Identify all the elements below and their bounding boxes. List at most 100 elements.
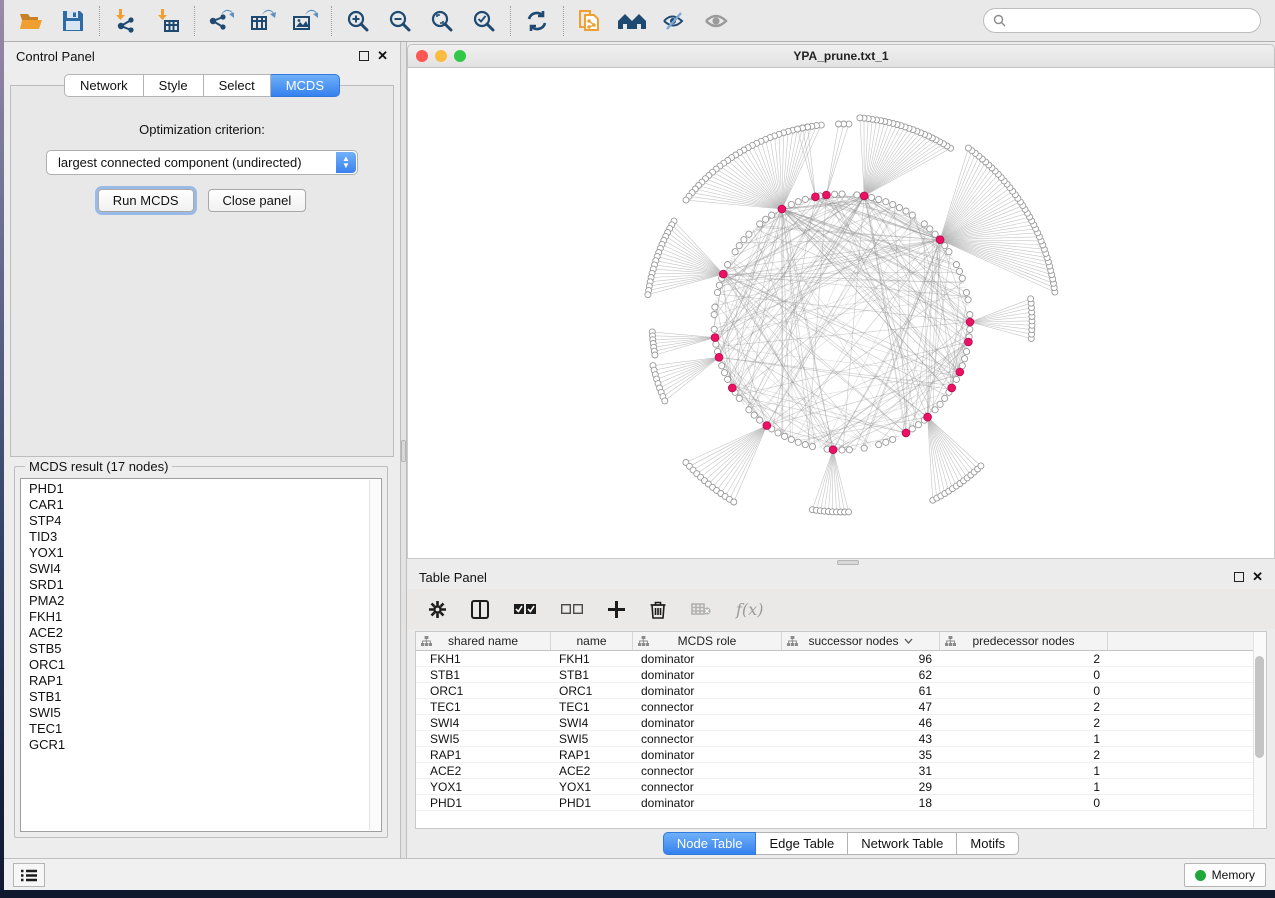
cell-shared-name[interactable]: SWI5 [416,731,551,746]
result-item[interactable]: ACE2 [21,625,381,641]
result-item[interactable]: PMA2 [21,593,381,609]
cell-predecessor-nodes[interactable]: 0 [940,683,1108,698]
save-session-icon[interactable] [52,3,94,39]
add-column-icon[interactable] [608,601,625,618]
tab-select[interactable]: Select [204,74,271,97]
cell-name[interactable]: ACE2 [551,763,633,778]
node-table[interactable]: shared namenameMCDS rolesuccessor nodesp… [415,631,1267,829]
table-row[interactable]: SWI4SWI4dominator462 [416,715,1266,731]
result-item[interactable]: STP4 [21,513,381,529]
cell-MCDS-role[interactable]: dominator [633,747,782,762]
cell-shared-name[interactable]: SWI4 [416,715,551,730]
delete-column-icon[interactable] [650,600,666,619]
new-network-from-selection-icon[interactable] [569,3,611,39]
tab-node-table[interactable]: Node Table [663,832,757,855]
cell-successor-nodes[interactable]: 47 [782,699,940,714]
scrollbar-thumb[interactable] [1255,656,1264,758]
column-header-successor-nodes[interactable]: successor nodes [782,632,940,650]
function-builder-icon[interactable]: f(x) [736,600,763,619]
first-neighbors-icon[interactable] [611,3,653,39]
network-window-titlebar[interactable]: YPA_prune.txt_1 [407,44,1275,68]
result-item[interactable]: TEC1 [21,721,381,737]
import-network-icon[interactable] [105,3,147,39]
table-row[interactable]: PHD1PHD1dominator180 [416,795,1266,811]
cell-shared-name[interactable]: PHD1 [416,795,551,810]
result-item[interactable]: SWI4 [21,561,381,577]
cell-predecessor-nodes[interactable]: 0 [940,667,1108,682]
table-row[interactable]: ACE2ACE2connector311 [416,763,1266,779]
apply-layout-icon[interactable] [516,3,558,39]
cell-name[interactable]: ORC1 [551,683,633,698]
cell-name[interactable]: SWI5 [551,731,633,746]
table-scrollbar[interactable] [1253,632,1266,828]
cell-name[interactable]: FKH1 [551,651,633,666]
cell-shared-name[interactable]: ACE2 [416,763,551,778]
cell-successor-nodes[interactable]: 96 [782,651,940,666]
cell-MCDS-role[interactable]: connector [633,763,782,778]
cell-name[interactable]: RAP1 [551,747,633,762]
result-item[interactable]: RAP1 [21,673,381,689]
cell-predecessor-nodes[interactable]: 1 [940,731,1108,746]
hide-selected-icon[interactable] [653,3,695,39]
settings-gear-icon[interactable] [429,601,446,618]
cell-shared-name[interactable]: STB1 [416,667,551,682]
result-item[interactable]: SRD1 [21,577,381,593]
result-item[interactable]: SWI5 [21,705,381,721]
cell-MCDS-role[interactable]: connector [633,699,782,714]
cell-MCDS-role[interactable]: connector [633,731,782,746]
optimization-criterion-select[interactable]: largest connected component (undirected)… [46,150,358,175]
cell-shared-name[interactable]: ORC1 [416,683,551,698]
export-table-icon[interactable] [242,3,284,39]
result-item[interactable]: STB5 [21,641,381,657]
float-panel-icon[interactable] [359,51,369,61]
cell-successor-nodes[interactable]: 46 [782,715,940,730]
search-input[interactable] [1011,11,1260,31]
cell-successor-nodes[interactable]: 35 [782,747,940,762]
export-network-icon[interactable] [200,3,242,39]
zoom-selected-icon[interactable] [463,3,505,39]
network-graph[interactable] [408,68,1274,558]
cell-MCDS-role[interactable]: dominator [633,795,782,810]
tab-mcds[interactable]: MCDS [271,74,340,97]
cell-MCDS-role[interactable]: dominator [633,683,782,698]
zoom-in-icon[interactable] [337,3,379,39]
cell-name[interactable]: SWI4 [551,715,633,730]
tab-network-table[interactable]: Network Table [848,832,957,855]
column-header-predecessor-nodes[interactable]: predecessor nodes [940,632,1108,650]
table-row[interactable]: SWI5SWI5connector431 [416,731,1266,747]
cell-predecessor-nodes[interactable]: 2 [940,747,1108,762]
result-item[interactable]: CAR1 [21,497,381,513]
column-chooser-icon[interactable] [471,600,489,619]
result-item[interactable]: FKH1 [21,609,381,625]
cell-predecessor-nodes[interactable]: 1 [940,763,1108,778]
splitter-handle[interactable] [401,440,406,462]
vertical-splitter[interactable] [400,42,407,858]
close-panel-button[interactable]: Close panel [208,189,307,212]
search-field[interactable] [983,8,1261,33]
cell-predecessor-nodes[interactable]: 2 [940,651,1108,666]
cell-successor-nodes[interactable]: 43 [782,731,940,746]
column-header-name[interactable]: name [551,632,633,650]
tab-edge-table[interactable]: Edge Table [756,832,848,855]
export-image-icon[interactable] [284,3,326,39]
run-mcds-button[interactable]: Run MCDS [98,189,194,212]
cell-predecessor-nodes[interactable]: 1 [940,779,1108,794]
cell-successor-nodes[interactable]: 61 [782,683,940,698]
result-item[interactable]: TID3 [21,529,381,545]
cell-successor-nodes[interactable]: 62 [782,667,940,682]
zoom-fit-icon[interactable] [421,3,463,39]
table-row[interactable]: YOX1YOX1connector291 [416,779,1266,795]
horizontal-splitter[interactable] [407,558,1275,565]
table-row[interactable]: FKH1FKH1dominator962 [416,651,1266,667]
cell-successor-nodes[interactable]: 29 [782,779,940,794]
splitter-handle[interactable] [837,560,859,565]
tab-network[interactable]: Network [64,74,144,97]
import-table-icon[interactable] [147,3,189,39]
cell-successor-nodes[interactable]: 18 [782,795,940,810]
cell-MCDS-role[interactable]: dominator [633,651,782,666]
cell-shared-name[interactable]: YOX1 [416,779,551,794]
column-header-shared-name[interactable]: shared name [416,632,551,650]
result-item[interactable]: ORC1 [21,657,381,673]
cell-MCDS-role[interactable]: dominator [633,667,782,682]
cell-predecessor-nodes[interactable]: 2 [940,699,1108,714]
